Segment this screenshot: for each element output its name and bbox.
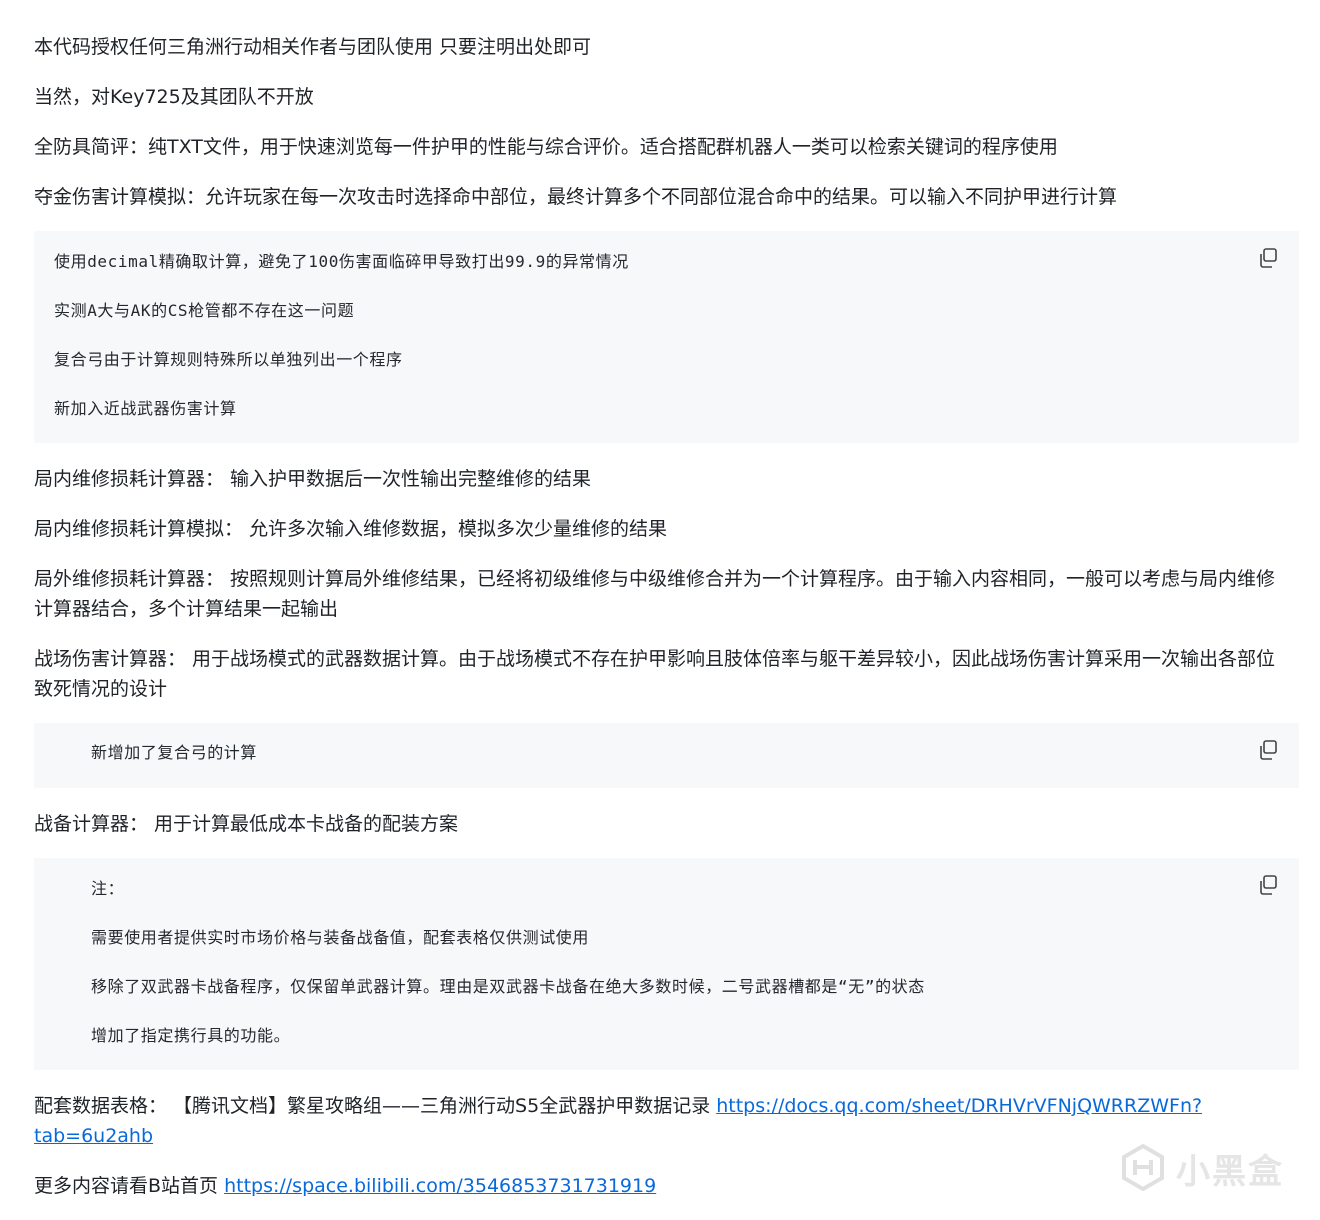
code-line: 新增加了复合弓的计算 — [91, 743, 258, 762]
code-line: 移除了双武器卡战备程序，仅保留单武器计算。理由是双武器卡战备在绝大多数时候，二号… — [91, 977, 925, 996]
code-line: 使用decimal精确取计算，避免了100伤害面临碎甲导致打出99.9的异常情况 — [54, 252, 629, 271]
code-line: 需要使用者提供实时市场价格与装备战备值，配套表格仅供测试使用 — [91, 928, 590, 947]
data-sheet-paragraph: 配套数据表格： 【腾讯文档】繁星攻略组——三角洲行动S5全武器护甲数据记录 ht… — [34, 1091, 1214, 1151]
copy-icon[interactable] — [1257, 739, 1279, 761]
heybox-watermark: 小黑盒 — [1118, 1138, 1288, 1198]
code-block-damage-notes: 使用decimal精确取计算，避免了100伤害面临碎甲导致打出99.9的异常情况… — [34, 231, 1299, 443]
armor-review-paragraph: 全防具简评：纯TXT文件，用于快速浏览每一件护甲的性能与综合评价。适合搭配群机器… — [34, 136, 1058, 158]
code-line: 注： — [91, 879, 125, 898]
bilibili-link[interactable]: https://space.bilibili.com/3546853731731… — [224, 1175, 656, 1197]
heybox-logo-icon — [1122, 1143, 1164, 1192]
code-line: 实测A大与AK的CS枪管都不存在这一问题 — [54, 301, 355, 320]
license-paragraph: 本代码授权任何三角洲行动相关作者与团队使用 只要注明出处即可 — [34, 36, 592, 58]
battlefield-damage-calculator-paragraph: 战场伤害计算器： 用于战场模式的武器数据计算。由于战场模式不存在护甲影响且肢体倍… — [34, 648, 1276, 700]
in-raid-repair-simulator-paragraph: 局内维修损耗计算模拟： 允许多次输入维修数据，模拟多次少量维修的结果 — [34, 518, 668, 540]
code-line: 复合弓由于计算规则特殊所以单独列出一个程序 — [54, 350, 403, 369]
code-block-loadout-notes: 注： 需要使用者提供实时市场价格与装备战备值，配套表格仅供测试使用 移除了双武器… — [34, 858, 1299, 1070]
code-block-bow-note: 新增加了复合弓的计算 — [34, 723, 1299, 788]
watermark-text: 小黑盒 — [1176, 1152, 1284, 1192]
copy-icon[interactable] — [1257, 874, 1279, 896]
exclusion-paragraph: 当然，对Key725及其团队不开放 — [34, 86, 314, 108]
loadout-calculator-paragraph: 战备计算器： 用于计算最低成本卡战备的配装方案 — [34, 813, 459, 835]
code-line: 增加了指定携行具的功能。 — [91, 1026, 291, 1045]
code-line: 新加入近战武器伤害计算 — [54, 399, 237, 418]
data-sheet-label: 配套数据表格： 【腾讯文档】繁星攻略组——三角洲行动S5全武器护甲数据记录 — [34, 1095, 717, 1117]
in-raid-repair-calculator-paragraph: 局内维修损耗计算器： 输入护甲数据后一次性输出完整维修的结果 — [34, 468, 592, 490]
out-raid-repair-calculator-paragraph: 局外维修损耗计算器： 按照规则计算局外维修结果，已经将初级维修与中级维修合并为一… — [34, 568, 1276, 620]
bilibili-paragraph: 更多内容请看B站首页 https://space.bilibili.com/35… — [34, 1171, 1289, 1201]
bilibili-label: 更多内容请看B站首页 — [34, 1175, 225, 1197]
copy-icon[interactable] — [1257, 247, 1279, 269]
damage-simulator-paragraph: 夺金伤害计算模拟：允许玩家在每一次攻击时选择命中部位，最终计算多个不同部位混合命… — [34, 186, 1118, 208]
